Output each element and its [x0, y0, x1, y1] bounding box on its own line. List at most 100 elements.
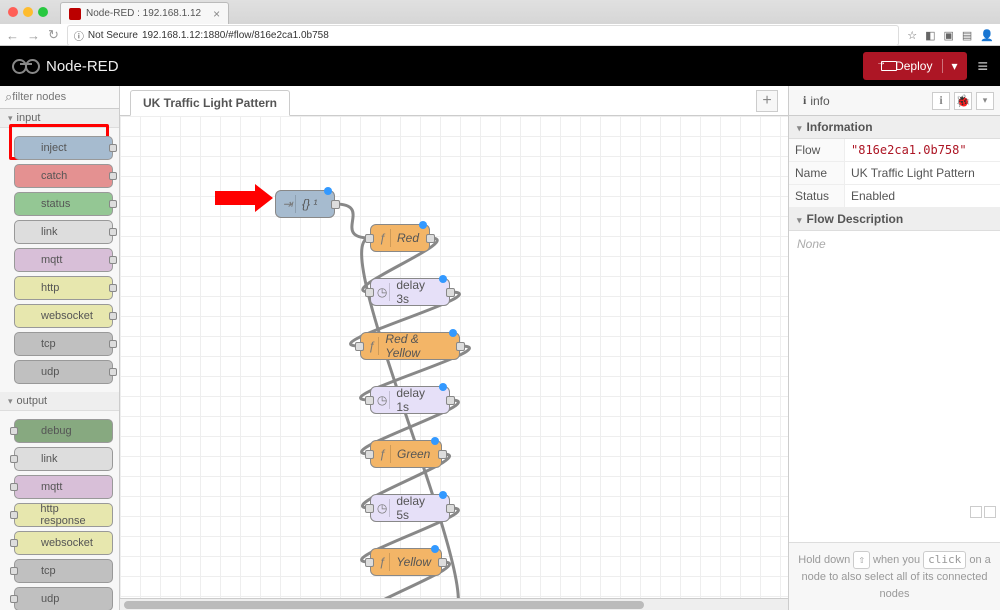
- palette-node-mqtt[interactable]: mqtt: [14, 475, 113, 499]
- palette-search[interactable]: [0, 86, 119, 109]
- port-in[interactable]: [365, 288, 374, 297]
- port-out[interactable]: [438, 450, 447, 459]
- workspace-tab[interactable]: UK Traffic Light Pattern: [130, 90, 290, 116]
- val-flow: "816e2ca1.0b758": [845, 139, 1000, 161]
- url-text: 192.168.1.12:1880/#flow/816e2ca1.0b758: [142, 30, 329, 41]
- palette-node-label: udp: [41, 593, 59, 605]
- palette-node-link[interactable]: link: [14, 220, 113, 244]
- address-bar[interactable]: ⓘ Not Secure 192.168.1.12:1880/#flow/816…: [67, 25, 899, 46]
- palette-node-label: tcp: [41, 338, 56, 350]
- changed-badge: [439, 275, 447, 283]
- sidebar-btn-debug[interactable]: 🐞: [954, 92, 972, 110]
- palette-node-status[interactable]: status: [14, 192, 113, 216]
- palette-node-label: mqtt: [41, 254, 62, 266]
- deploy-icon: [873, 60, 889, 72]
- logo-icon: [12, 59, 40, 73]
- star-icon[interactable]: ☆: [907, 29, 917, 42]
- port-out[interactable]: [446, 396, 455, 405]
- flow-node-n6[interactable]: ◷delay 5s: [370, 494, 450, 522]
- deploy-button[interactable]: Deploy ▾: [863, 52, 967, 80]
- function-icon: ƒ: [375, 553, 390, 571]
- port-out[interactable]: [438, 558, 447, 567]
- palette-node-catch[interactable]: catch: [14, 164, 113, 188]
- ext2-icon[interactable]: ▣: [943, 29, 953, 42]
- key-click: click: [923, 551, 966, 570]
- app-logo[interactable]: Node-RED: [12, 58, 119, 75]
- port-out[interactable]: [446, 288, 455, 297]
- node-icon: [23, 281, 37, 295]
- user-icon[interactable]: 👤: [980, 29, 994, 42]
- node-icon: [23, 365, 37, 379]
- flow-node-n2[interactable]: ◷delay 3s: [370, 278, 450, 306]
- node-label: Yellow: [396, 555, 431, 569]
- palette-node-udp[interactable]: udp: [14, 360, 113, 384]
- port-out[interactable]: [331, 200, 340, 209]
- reload-icon[interactable]: [48, 27, 59, 43]
- palette-node-websocket[interactable]: websocket: [14, 304, 113, 328]
- palette-node-mqtt[interactable]: mqtt: [14, 248, 113, 272]
- tab-add-button[interactable]: [756, 90, 778, 112]
- palette-node-http[interactable]: http: [14, 276, 113, 300]
- palette-node-tcp[interactable]: tcp: [14, 332, 113, 356]
- link-n0-n1[interactable]: [335, 204, 370, 238]
- chevron-down-icon: [8, 112, 13, 124]
- port-in[interactable]: [355, 342, 364, 351]
- palette-node-debug[interactable]: debug: [14, 419, 113, 443]
- val-status: Enabled: [845, 185, 1000, 207]
- chevron-down-icon: [797, 212, 802, 226]
- palette-node-inject[interactable]: inject: [14, 136, 113, 160]
- port-out[interactable]: [446, 504, 455, 513]
- palette-category-input[interactable]: input: [0, 109, 119, 128]
- panel-resize-icons[interactable]: [970, 506, 996, 518]
- flow-node-n1[interactable]: ƒRed: [370, 224, 430, 252]
- palette-node-link[interactable]: link: [14, 447, 113, 471]
- cast-icon[interactable]: ▤: [962, 29, 972, 42]
- port-in[interactable]: [365, 558, 374, 567]
- port-out[interactable]: [426, 234, 435, 243]
- section-information[interactable]: Information: [789, 116, 1000, 139]
- port-in[interactable]: [365, 504, 374, 513]
- flow-node-n0[interactable]: ⇥{} ¹: [275, 190, 335, 218]
- close-tab-icon[interactable]: ×: [213, 7, 220, 21]
- nav-back-icon[interactable]: ←: [6, 28, 19, 43]
- window-dots[interactable]: [8, 7, 48, 17]
- palette-node-tcp[interactable]: tcp: [14, 559, 113, 583]
- search-icon: [5, 89, 12, 105]
- hscrollbar-thumb[interactable]: [124, 601, 644, 609]
- hscrollbar[interactable]: [120, 598, 788, 610]
- palette-node-label: websocket: [41, 537, 93, 549]
- palette-node-label: mqtt: [41, 481, 62, 493]
- palette-node-udp[interactable]: udp: [14, 587, 113, 610]
- sidebar-tab-info[interactable]: info: [795, 90, 838, 111]
- section-description[interactable]: Flow Description: [789, 208, 1000, 231]
- flow-node-n5[interactable]: ƒGreen: [370, 440, 442, 468]
- palette-node-websocket[interactable]: websocket: [14, 531, 113, 555]
- flow-node-n7[interactable]: ƒ Yellow: [370, 548, 442, 576]
- palette-node-http-response[interactable]: http response: [14, 503, 113, 527]
- node-icon: [23, 424, 37, 438]
- canvas[interactable]: ⇥{} ¹ ƒRed ◷delay 3s ƒRed & Yellow ◷delay 1s…: [120, 116, 788, 598]
- port-out[interactable]: [456, 342, 465, 351]
- node-label: {} ¹: [302, 197, 317, 211]
- chevron-down-icon: [8, 395, 13, 407]
- palette-node-label: inject: [41, 142, 67, 154]
- palette-category-output[interactable]: output: [0, 392, 119, 411]
- val-name: UK Traffic Light Pattern: [845, 162, 1000, 184]
- palette-node-label: debug: [41, 425, 72, 437]
- changed-badge: [431, 437, 439, 445]
- nav-fwd-icon[interactable]: →: [27, 28, 40, 43]
- sidebar-btn-caret[interactable]: [976, 92, 994, 110]
- sidebar-btn-info[interactable]: [932, 92, 950, 110]
- port-in[interactable]: [365, 450, 374, 459]
- browser-tab[interactable]: Node-RED : 192.168.1.12 ×: [60, 2, 229, 24]
- menu-icon[interactable]: [977, 56, 988, 77]
- not-secure-label: Not Secure: [88, 30, 138, 41]
- flow-node-n3[interactable]: ƒRed & Yellow: [360, 332, 460, 360]
- node-icon: [23, 253, 37, 267]
- port-in[interactable]: [365, 396, 374, 405]
- port-in[interactable]: [365, 234, 374, 243]
- search-input[interactable]: [12, 91, 102, 103]
- ext1-icon[interactable]: ◧: [925, 29, 935, 42]
- flow-node-n4[interactable]: ◷delay 1s: [370, 386, 450, 414]
- deploy-caret-icon[interactable]: ▾: [942, 59, 957, 73]
